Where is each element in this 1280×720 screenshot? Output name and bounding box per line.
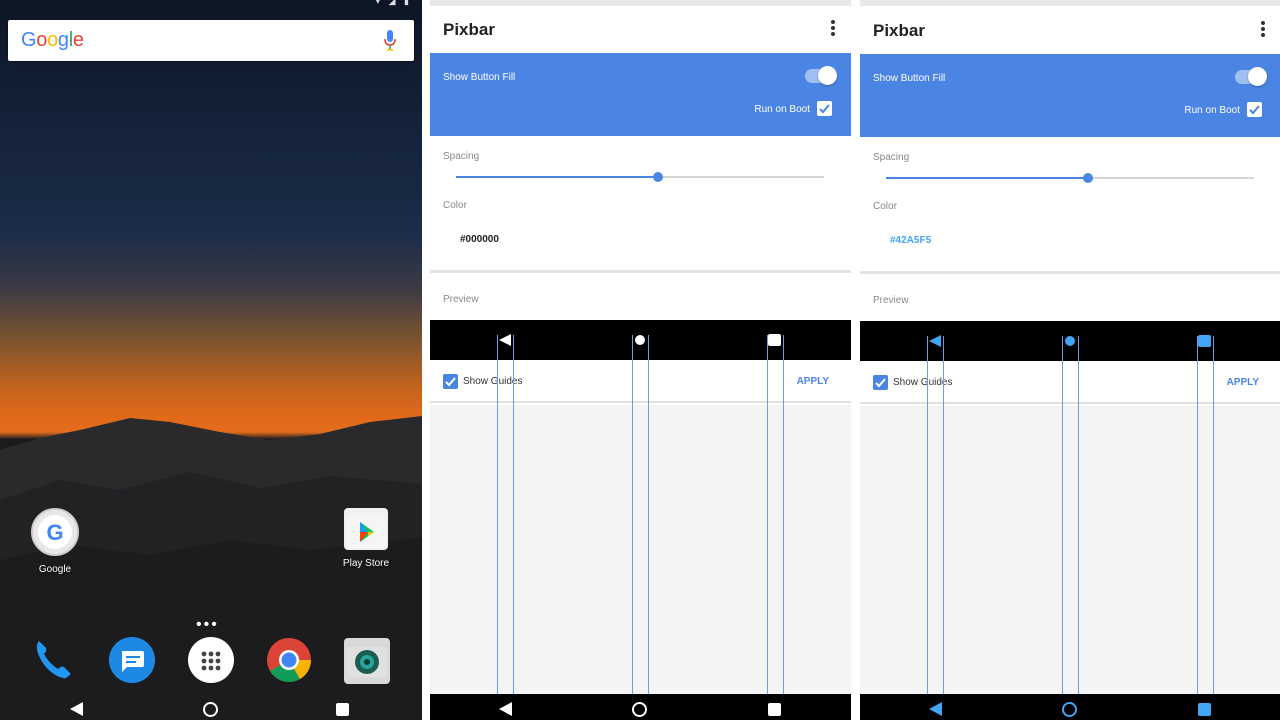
home-screen: ▾ ◢ ▮ Google G Google Play Store ••• xyxy=(0,0,422,720)
guides-row: Show Guides APPLY xyxy=(860,361,1280,404)
section-divider xyxy=(860,271,1280,274)
recents-icon[interactable] xyxy=(768,703,781,716)
pixbar-screen-blue: Pixbar Show Button Fill Run on Boot Spac… xyxy=(860,0,1280,720)
preview-back-icon xyxy=(499,334,511,346)
play-store-icon xyxy=(344,508,388,550)
guides-row: Show Guides APPLY xyxy=(430,360,851,403)
settings-panel: Show Button Fill Run on Boot xyxy=(430,53,851,136)
guide-line xyxy=(783,335,784,695)
divider-gap xyxy=(851,0,859,720)
navigation-bar xyxy=(0,694,422,720)
recents-icon[interactable] xyxy=(1198,703,1211,716)
back-icon[interactable] xyxy=(70,702,83,716)
run-on-boot-checkbox[interactable] xyxy=(1247,102,1262,117)
divider-gap xyxy=(422,0,430,720)
status-bar xyxy=(430,0,851,6)
preview-canvas xyxy=(430,405,851,694)
color-label: Color xyxy=(443,200,467,211)
camera-icon[interactable] xyxy=(344,638,390,684)
status-bar: ▾ ◢ ▮ xyxy=(375,0,412,6)
settings-panel: Show Button Fill Run on Boot xyxy=(860,54,1280,137)
home-icon[interactable] xyxy=(632,702,647,717)
guide-line xyxy=(927,336,928,696)
guide-line xyxy=(1062,336,1063,696)
color-value[interactable]: #000000 xyxy=(460,234,499,245)
guide-line xyxy=(1078,336,1079,696)
page-indicator: ••• xyxy=(196,616,219,633)
svg-text:G: G xyxy=(46,520,63,545)
section-divider xyxy=(430,270,851,273)
pixbar-screen-black: Pixbar Show Button Fill Run on Boot Spac… xyxy=(430,0,851,720)
preview-back-icon xyxy=(929,335,941,347)
google-logo: Google xyxy=(21,29,84,51)
spacing-slider-thumb[interactable] xyxy=(1083,173,1094,183)
spacing-slider-fill xyxy=(886,177,1089,179)
play-store-label: Play Store xyxy=(342,558,390,569)
guide-line xyxy=(632,335,633,695)
phone-icon[interactable] xyxy=(30,636,76,682)
spacing-label: Spacing xyxy=(873,152,910,163)
guide-line xyxy=(1213,336,1214,696)
google-app-label: Google xyxy=(38,564,72,575)
overflow-menu-icon[interactable] xyxy=(1261,21,1265,39)
messages-icon[interactable] xyxy=(109,637,155,683)
guide-line xyxy=(1197,336,1198,696)
mic-icon[interactable] xyxy=(384,30,396,51)
preview-navbar xyxy=(860,321,1280,361)
spacing-slider[interactable] xyxy=(886,173,1254,183)
show-guides-checkbox[interactable] xyxy=(443,374,458,389)
show-button-fill-label: Show Button Fill xyxy=(443,72,516,83)
guide-line xyxy=(648,335,649,695)
spacing-slider-thumb[interactable] xyxy=(653,172,664,182)
home-icon[interactable] xyxy=(203,702,218,717)
play-store-shortcut[interactable]: Play Store xyxy=(326,508,406,569)
show-button-fill-toggle[interactable] xyxy=(805,66,837,85)
status-bar xyxy=(860,0,1280,6)
google-app-shortcut[interactable]: G Google xyxy=(15,508,95,575)
app-title: Pixbar xyxy=(443,20,495,39)
color-label: Color xyxy=(873,201,897,212)
guide-line xyxy=(513,335,514,695)
app-title: Pixbar xyxy=(873,21,925,40)
preview-navbar xyxy=(430,320,851,360)
guide-line xyxy=(943,336,944,696)
apply-button[interactable]: APPLY xyxy=(797,376,829,387)
back-icon[interactable] xyxy=(929,702,942,716)
overflow-menu-icon[interactable] xyxy=(831,20,835,38)
preview-recents-icon xyxy=(1198,335,1211,347)
guide-line xyxy=(767,335,768,695)
show-button-fill-toggle[interactable] xyxy=(1235,67,1267,86)
preview-canvas xyxy=(860,406,1280,694)
preview-home-icon xyxy=(1065,336,1075,346)
navigation-bar xyxy=(430,694,851,720)
google-app-icon: G xyxy=(31,508,79,556)
google-search-bar[interactable]: Google xyxy=(8,20,414,61)
chrome-icon[interactable] xyxy=(266,637,312,683)
app-drawer-icon[interactable] xyxy=(188,637,234,683)
preview-label: Preview xyxy=(873,295,909,306)
recents-icon[interactable] xyxy=(336,703,349,716)
show-guides-checkbox[interactable] xyxy=(873,375,888,390)
run-on-boot-label: Run on Boot xyxy=(1184,105,1240,116)
home-icon[interactable] xyxy=(1062,702,1077,717)
guide-line xyxy=(497,335,498,695)
back-icon[interactable] xyxy=(499,702,512,716)
preview-label: Preview xyxy=(443,294,479,305)
preview-home-icon xyxy=(635,335,645,345)
run-on-boot-checkbox[interactable] xyxy=(817,101,832,116)
spacing-label: Spacing xyxy=(443,151,480,162)
spacing-slider[interactable] xyxy=(456,172,824,182)
show-button-fill-label: Show Button Fill xyxy=(873,73,946,84)
run-on-boot-label: Run on Boot xyxy=(754,104,810,115)
apply-button[interactable]: APPLY xyxy=(1227,377,1259,388)
preview-recents-icon xyxy=(768,334,781,346)
color-value[interactable]: #42A5F5 xyxy=(890,235,931,246)
navigation-bar xyxy=(860,694,1280,720)
spacing-slider-fill xyxy=(456,176,659,178)
